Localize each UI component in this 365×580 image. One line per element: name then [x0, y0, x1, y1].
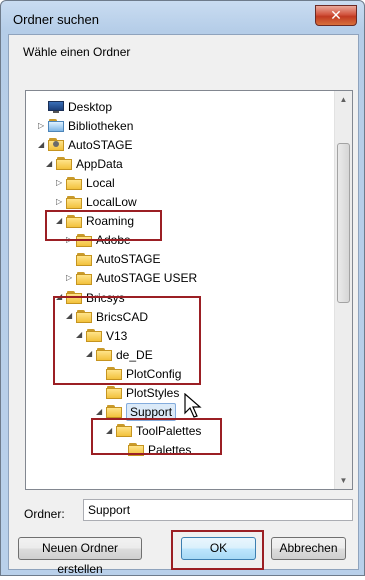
instruction-text: Wähle einen Ordner	[23, 45, 131, 59]
new-folder-button[interactable]: Neuen Ordner erstellen	[18, 537, 142, 576]
tree-item-label: PlotStyles	[126, 385, 180, 400]
tree-item-label: Bibliotheken	[68, 118, 134, 133]
tree-item-label: Desktop	[68, 99, 113, 114]
tree-item[interactable]: ▷ Local	[56, 172, 115, 192]
user-icon	[48, 138, 64, 152]
tree-item[interactable]: ▷ Bibliotheken	[38, 115, 133, 135]
close-icon: ✕	[330, 7, 342, 23]
annotation-box-support	[91, 418, 222, 455]
expand-arrow-icon[interactable]: ▷	[38, 116, 48, 136]
browse-folder-dialog: Ordner suchen ✕ Wähle einen Ordner Deskt…	[0, 0, 365, 576]
tree-item-label: AutoSTAGE USER	[96, 271, 198, 286]
tree-item[interactable]: ◢ AppData	[46, 153, 123, 173]
dialog-title: Ordner suchen	[13, 12, 99, 27]
folder-field-label: Ordner:	[24, 507, 65, 521]
annotation-box-roaming	[45, 210, 162, 241]
tree-item[interactable]: ▷ AutoSTAGE USER	[66, 267, 197, 287]
tree-item-label: LocalLow	[86, 195, 137, 210]
folder-icon	[66, 176, 82, 190]
close-button[interactable]: ✕	[315, 5, 357, 26]
expand-arrow-icon[interactable]: ▷	[66, 268, 76, 288]
annotation-box-bricsys	[53, 296, 201, 385]
scroll-down-icon[interactable]: ▼	[335, 472, 352, 489]
collapse-arrow-icon[interactable]: ◢	[38, 135, 48, 155]
desktop-icon	[48, 100, 64, 114]
folder-icon	[106, 386, 122, 400]
mouse-pointer-icon	[184, 393, 202, 418]
tree-item-label: Local	[86, 176, 115, 191]
tree-item-label: AutoSTAGE	[96, 252, 161, 267]
scroll-up-icon[interactable]: ▲	[335, 91, 352, 108]
tree-item[interactable]: AutoSTAGE	[66, 248, 160, 268]
tree-item[interactable]: ◢ AutoSTAGE	[38, 134, 132, 154]
folder-icon	[76, 271, 92, 285]
tree-item-label: AutoSTAGE	[68, 137, 133, 152]
library-icon	[48, 119, 64, 133]
tree-item[interactable]: Desktop	[38, 96, 112, 116]
title-bar[interactable]: Ordner suchen ✕	[1, 1, 364, 35]
tree-item[interactable]: ▷ LocalLow	[56, 191, 137, 211]
folder-name-input[interactable]: Support	[83, 499, 353, 521]
scrollbar-thumb[interactable]	[337, 143, 350, 303]
annotation-box-ok	[171, 530, 264, 570]
tree-item-label: AppData	[76, 156, 123, 171]
collapse-arrow-icon[interactable]: ◢	[46, 154, 56, 174]
vertical-scrollbar[interactable]: ▲ ▼	[334, 91, 352, 489]
folder-icon	[76, 252, 92, 266]
folder-icon	[66, 195, 82, 209]
folder-icon	[106, 405, 122, 419]
expand-arrow-icon[interactable]: ▷	[56, 173, 66, 193]
folder-icon	[56, 157, 72, 171]
cancel-button[interactable]: Abbrechen	[271, 537, 346, 560]
